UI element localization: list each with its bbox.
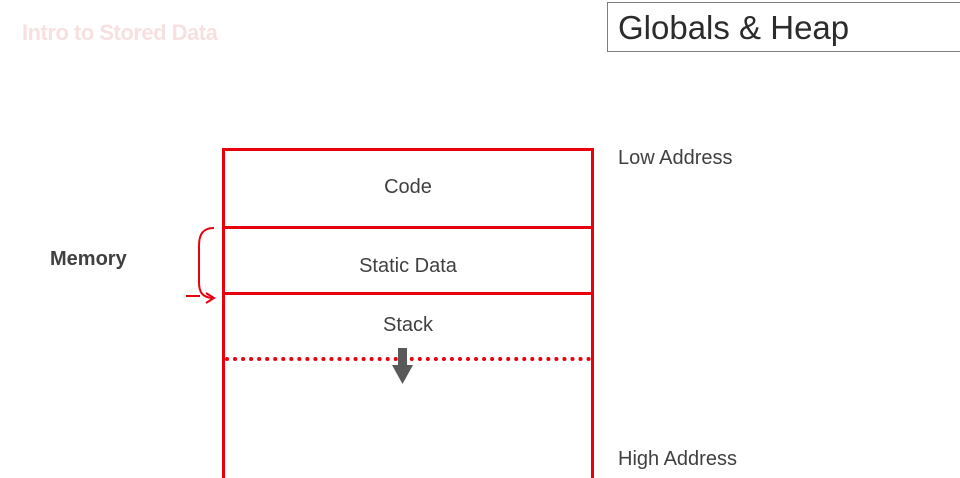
diagram-overlay (186, 227, 413, 384)
stack-growth-arrow-icon (392, 348, 413, 384)
memory-brace-arrow-icon (186, 227, 216, 304)
